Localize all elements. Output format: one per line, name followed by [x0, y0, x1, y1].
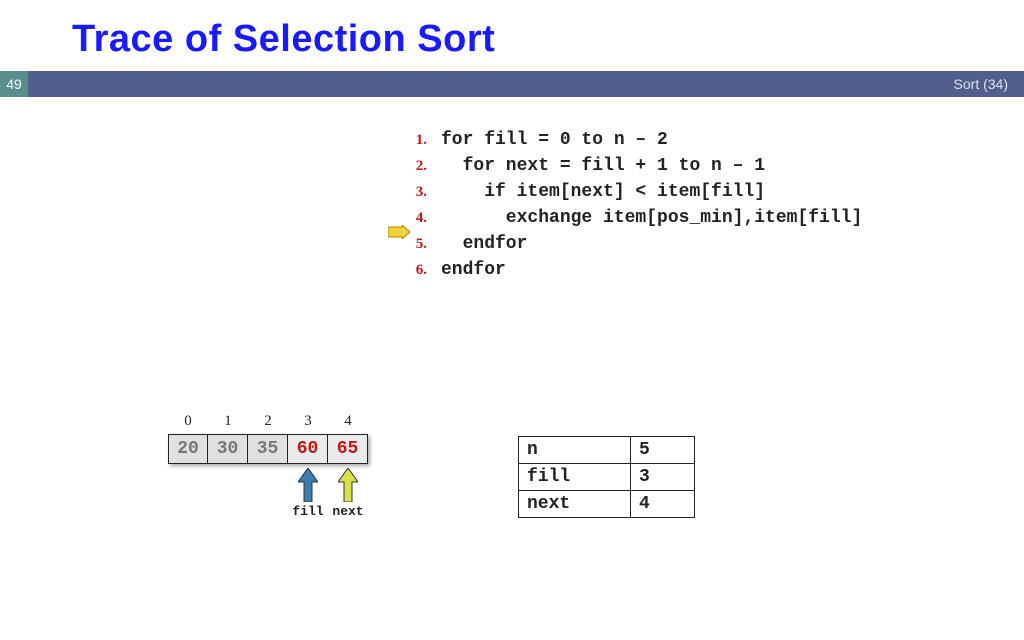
array-index: 0	[168, 413, 208, 430]
array-cell: 35	[248, 434, 288, 464]
array-cell: 30	[208, 434, 248, 464]
pointer-slot	[208, 468, 248, 502]
code-line-number: 5.	[385, 236, 441, 253]
var-name: next	[519, 491, 631, 518]
up-arrow-icon	[298, 468, 318, 502]
code-line-text: endfor	[441, 234, 527, 254]
pointer-label: fill	[288, 504, 328, 519]
array-visualization: 01234 2030356065 fillnext	[168, 413, 368, 519]
code-line-text: for next = fill + 1 to n – 1	[441, 156, 765, 176]
pointer-label	[208, 504, 248, 519]
array-cell: 60	[288, 434, 328, 464]
var-name: fill	[519, 464, 631, 491]
var-value: 5	[631, 437, 695, 464]
code-line-number: 3.	[385, 184, 441, 201]
code-line-text: exchange item[pos_min],item[fill]	[441, 208, 862, 228]
array-pointer-arrows	[168, 468, 368, 502]
slide-number: 49	[0, 71, 28, 97]
array-index: 1	[208, 413, 248, 430]
array-indices-row: 01234	[168, 413, 368, 430]
code-line-text: for fill = 0 to n – 2	[441, 130, 668, 150]
pointer-label: next	[328, 504, 368, 519]
var-value: 3	[631, 464, 695, 491]
code-line: 1.for fill = 0 to n – 2	[385, 130, 862, 150]
code-line: 3. if item[next] < item[fill]	[385, 182, 862, 202]
code-line-number: 6.	[385, 262, 441, 279]
table-row: next4	[519, 491, 695, 518]
array-pointer-labels: fillnext	[168, 504, 368, 519]
table-row: n5	[519, 437, 695, 464]
pointer-label	[168, 504, 208, 519]
up-arrow-icon	[338, 468, 358, 502]
array-index: 4	[328, 413, 368, 430]
pointer-slot	[328, 468, 368, 502]
code-line: 6.endfor	[385, 260, 862, 280]
pointer-slot	[248, 468, 288, 502]
code-line-number: 1.	[385, 132, 441, 149]
code-line-text: if item[next] < item[fill]	[441, 182, 765, 202]
code-line: 2. for next = fill + 1 to n – 1	[385, 156, 862, 176]
pointer-slot	[168, 468, 208, 502]
pointer-slot	[288, 468, 328, 502]
variables-table: n5fill3next4	[518, 436, 695, 518]
header-bar: 49 Sort (34)	[0, 71, 1024, 97]
slide-title: Trace of Selection Sort	[0, 0, 1024, 71]
code-line: 5. endfor	[385, 234, 862, 254]
array-cell: 20	[168, 434, 208, 464]
code-line-text: endfor	[441, 260, 506, 280]
array-cell: 65	[328, 434, 368, 464]
table-row: fill3	[519, 464, 695, 491]
pointer-label	[248, 504, 288, 519]
var-name: n	[519, 437, 631, 464]
pseudocode-block: 1.for fill = 0 to n – 22. for next = fil…	[385, 130, 862, 286]
code-line-number: 4.	[385, 210, 441, 227]
code-line-number: 2.	[385, 158, 441, 175]
array-index: 2	[248, 413, 288, 430]
code-line: 4. exchange item[pos_min],item[fill]	[385, 208, 862, 228]
var-value: 4	[631, 491, 695, 518]
array-cells-row: 2030356065	[168, 434, 368, 464]
array-index: 3	[288, 413, 328, 430]
header-right-label: Sort (34)	[28, 71, 1024, 97]
